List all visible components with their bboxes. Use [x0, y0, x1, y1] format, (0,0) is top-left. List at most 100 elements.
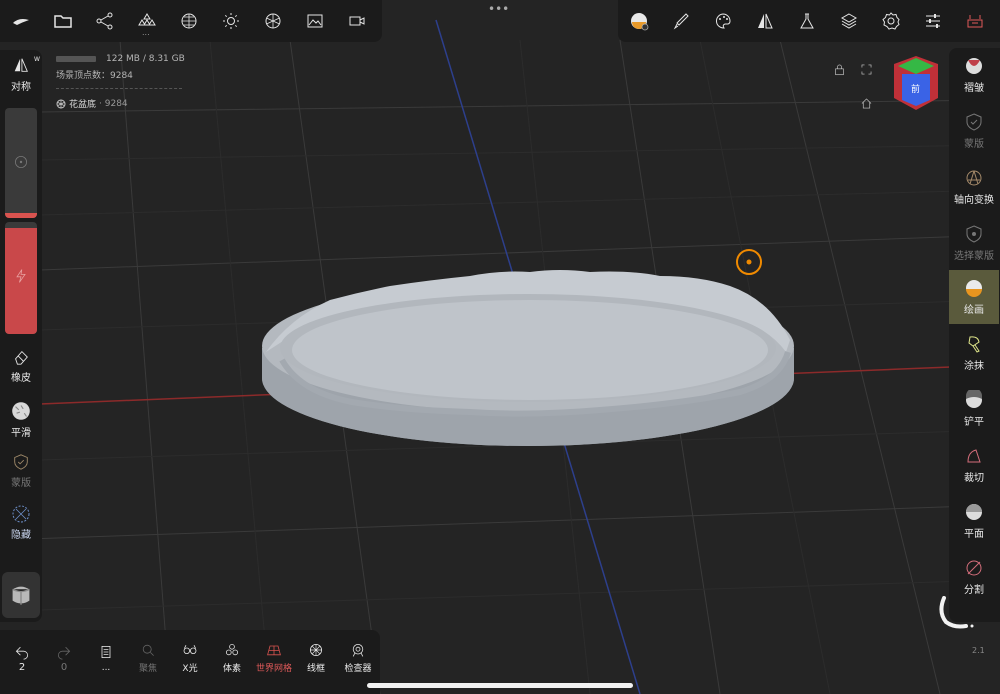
tool-mask[interactable]: 蒙版	[949, 104, 999, 158]
flower-pot-base-mesh[interactable]	[262, 270, 794, 446]
3d-viewport[interactable]	[0, 0, 1000, 694]
inspector-icon	[352, 644, 364, 657]
material-icon[interactable]	[256, 4, 290, 38]
toolbar-history[interactable]: ...	[84, 636, 128, 680]
mask-label: 蒙版	[11, 478, 31, 489]
layers-icon[interactable]	[832, 4, 866, 38]
eraser-tool[interactable]: 橡皮	[0, 348, 42, 384]
object-name: 花盆底	[69, 100, 97, 110]
tool-crease[interactable]: 褶皱	[949, 48, 999, 102]
tool-plane[interactable]: 平面	[949, 494, 999, 548]
tool-axis-transform[interactable]: 轴向变换	[949, 160, 999, 214]
3d-cursor-icon[interactable]	[736, 249, 762, 275]
sculpt-logo-icon[interactable]	[4, 4, 38, 38]
top-left-toolbar: ...	[0, 0, 382, 42]
toolbar-label: 线框	[306, 664, 325, 674]
scene-icon[interactable]	[958, 4, 992, 38]
focus-icon	[142, 644, 154, 656]
camera-icon[interactable]	[340, 4, 374, 38]
folder-icon[interactable]	[46, 4, 80, 38]
undo-icon	[15, 646, 28, 660]
scene-vertex-count: 场景顶点数：9284	[56, 71, 133, 81]
toolbar-focus[interactable]: 聚焦	[126, 636, 170, 680]
palette-icon[interactable]	[706, 4, 740, 38]
eraser-label: 橡皮	[11, 373, 31, 384]
redo-icon	[58, 646, 71, 660]
toolbar-label: 体素	[222, 664, 241, 674]
redo-button[interactable]: 0	[42, 636, 86, 680]
toolbar-label: ...	[101, 662, 111, 673]
tool-label: 选择蒙版	[954, 251, 994, 262]
tool-label: 褶皱	[964, 83, 984, 94]
rotate-gesture-icon[interactable]	[936, 596, 976, 634]
toolbar-label: 检查器	[344, 664, 372, 674]
symmetry-icon	[14, 58, 28, 72]
undo-button[interactable]: 2	[0, 636, 44, 680]
eraser-icon	[15, 350, 28, 365]
tool-label: 分割	[964, 585, 984, 596]
toolbar-inspector[interactable]: 检查器	[336, 636, 380, 680]
sliders-icon[interactable]	[916, 4, 950, 38]
history-icon	[101, 645, 111, 658]
toolbar-voxel[interactable]: 体素	[210, 636, 254, 680]
toolbar-world-grid[interactable]: 世界网格	[252, 636, 296, 680]
memory-usage: 122 MB / 8.31 GB	[106, 54, 185, 64]
toolbar-wireframe[interactable]: 线框	[294, 636, 338, 680]
settings-gear-icon[interactable]	[874, 4, 908, 38]
tool-select-mask[interactable]: 选择蒙版	[949, 216, 999, 270]
tool-paint[interactable]: 绘画	[949, 270, 999, 324]
memory-bar	[56, 56, 96, 62]
version-label: 2.1	[972, 646, 985, 655]
material-cube-icon	[12, 586, 30, 605]
top-right-toolbar	[618, 0, 1000, 42]
primitives-more-dots: ...	[142, 28, 150, 37]
lock-icon[interactable]	[833, 61, 846, 80]
tool-smudge[interactable]: 涂抹	[949, 326, 999, 380]
undo-count: 2	[18, 661, 26, 673]
plane-icon	[966, 504, 982, 520]
smooth-icon	[12, 402, 30, 420]
symmetry-icon[interactable]	[748, 4, 782, 38]
tool-label: 轴向变换	[954, 195, 994, 206]
material-preview[interactable]	[2, 572, 40, 618]
symmetry-label: 对称	[11, 82, 31, 93]
tool-label: 平面	[964, 529, 984, 540]
tool-label: 裁切	[964, 473, 984, 484]
share-nodes-icon[interactable]	[88, 4, 122, 38]
xray-icon	[183, 645, 197, 654]
tool-label: 铲平	[964, 417, 984, 428]
nav-cube[interactable]: 前	[890, 54, 942, 112]
brush-icon[interactable]	[664, 4, 698, 38]
mask-tool[interactable]: 蒙版	[0, 453, 42, 489]
mesh-object-icon	[56, 99, 66, 108]
object-row[interactable]: 花盆底 · 9284	[56, 97, 128, 110]
hide-tool[interactable]: 隐藏	[0, 504, 42, 541]
flask-icon[interactable]	[790, 4, 824, 38]
toolbar-label: 聚焦	[138, 664, 157, 674]
tool-trim[interactable]: 裁切	[949, 438, 999, 492]
smudge-icon	[968, 336, 980, 353]
world-grid-icon	[267, 645, 281, 656]
intensity-icon	[16, 269, 26, 283]
redo-count: 0	[60, 661, 68, 673]
symmetry-toggle[interactable]: W 对称	[0, 56, 42, 93]
material-sphere-icon[interactable]	[622, 4, 656, 38]
mask-icon	[966, 113, 982, 131]
fullscreen-icon[interactable]	[860, 61, 873, 80]
voxel-icon	[226, 644, 238, 656]
stats-divider	[56, 88, 182, 89]
sun-icon[interactable]	[214, 4, 248, 38]
tool-label: 涂抹	[964, 361, 984, 372]
toolbar-xray[interactable]: X光	[168, 636, 212, 680]
intensity-slider[interactable]	[5, 222, 37, 334]
image-icon[interactable]	[298, 4, 332, 38]
tool-flatten[interactable]: 铲平	[949, 382, 999, 436]
home-view-icon[interactable]	[860, 95, 873, 114]
toolbar-label: 世界网格	[255, 664, 292, 674]
smooth-tool[interactable]: 平滑	[0, 400, 42, 439]
radius-slider-fill	[5, 212, 37, 218]
sphere-grid-icon[interactable]	[172, 4, 206, 38]
radius-slider[interactable]	[5, 108, 37, 218]
window-handle[interactable]: •••	[488, 2, 509, 16]
wireframe-icon	[310, 644, 322, 656]
